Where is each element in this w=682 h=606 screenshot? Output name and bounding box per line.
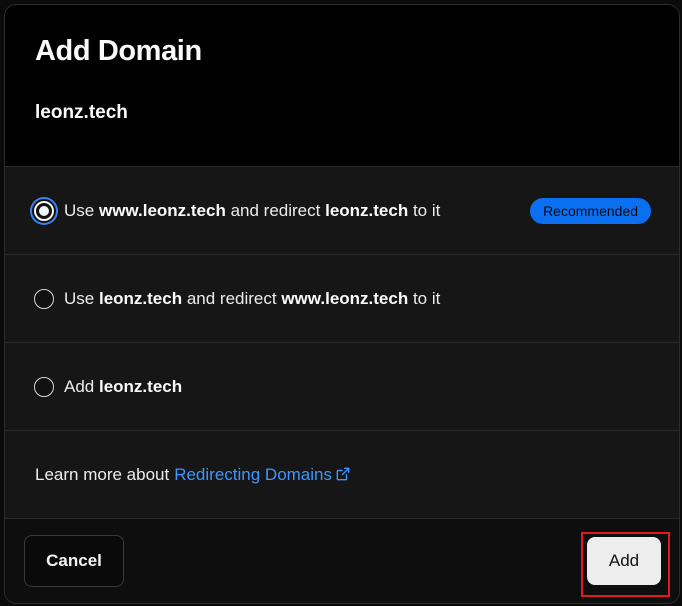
option-www-redirect[interactable]: Use www.leonz.tech and redirect leonz.te… bbox=[5, 167, 679, 255]
option-apex-redirect[interactable]: Use leonz.tech and redirect www.leonz.te… bbox=[5, 255, 679, 343]
cancel-button[interactable]: Cancel bbox=[24, 535, 124, 587]
option-add-only[interactable]: Add leonz.tech bbox=[5, 343, 679, 431]
add-domain-dialog: Add Domain leonz.tech Use www.leonz.tech… bbox=[4, 4, 680, 604]
option-label: Add leonz.tech bbox=[64, 376, 183, 396]
radio-apex-redirect[interactable] bbox=[34, 288, 54, 309]
external-link-icon bbox=[336, 467, 350, 480]
recommended-badge: Recommended bbox=[530, 197, 651, 224]
radio-add-only[interactable] bbox=[34, 376, 54, 397]
option-label: Use www.leonz.tech and redirect leonz.te… bbox=[64, 200, 441, 220]
domain-name: leonz.tech bbox=[35, 102, 128, 123]
dialog-title: Add Domain bbox=[35, 35, 202, 67]
learn-more-text: Learn more about bbox=[35, 464, 170, 484]
learn-more-row: Learn more about Redirecting Domains bbox=[5, 431, 679, 519]
redirecting-domains-link[interactable]: Redirecting Domains bbox=[174, 465, 350, 485]
add-button[interactable]: Add bbox=[587, 537, 661, 585]
radio-www-redirect[interactable] bbox=[34, 200, 54, 221]
option-label: Use leonz.tech and redirect www.leonz.te… bbox=[64, 288, 441, 308]
dialog-header: Add Domain leonz.tech bbox=[5, 5, 679, 167]
dialog-footer: Cancel Add bbox=[5, 519, 679, 601]
